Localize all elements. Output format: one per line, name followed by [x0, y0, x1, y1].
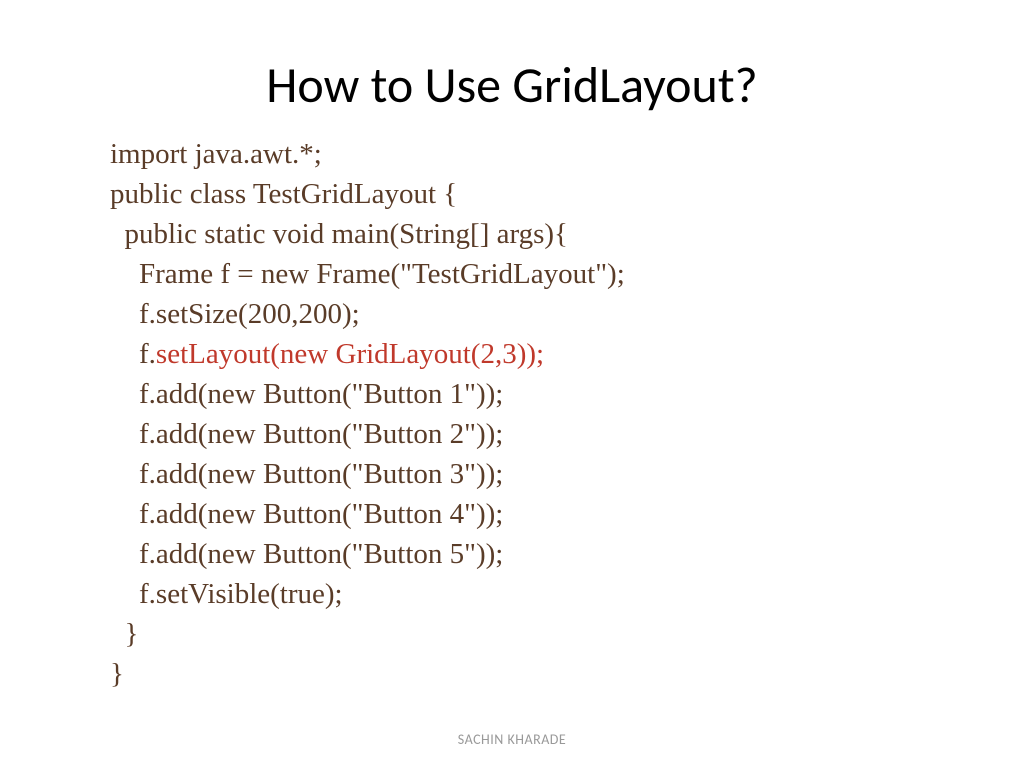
code-line-4: Frame f = new Frame("TestGridLayout");: [110, 254, 1024, 294]
code-line-5: f.setSize(200,200);: [110, 294, 1024, 334]
slide-title: How to Use GridLayout?: [0, 55, 1024, 116]
code-line-3: public static void main(String[] args){: [110, 214, 1024, 254]
code-line-6: f.setLayout(new GridLayout(2,3));: [110, 334, 1024, 374]
code-block: import java.awt.*; public class TestGrid…: [0, 134, 1024, 694]
code-line-1: import java.awt.*;: [110, 134, 1024, 174]
slide-footer: SACHIN KHARADE: [0, 731, 1024, 748]
code-line-6-highlight: setLayout(new GridLayout(2,3));: [156, 338, 544, 370]
code-line-11: f.add(new Button("Button 5"));: [110, 534, 1024, 574]
code-line-10: f.add(new Button("Button 4"));: [110, 494, 1024, 534]
code-line-9: f.add(new Button("Button 3"));: [110, 454, 1024, 494]
code-line-14: }: [110, 614, 1024, 654]
code-line-13: f.setVisible(true);: [110, 574, 1024, 614]
code-line-2: public class TestGridLayout {: [110, 174, 1024, 214]
code-line-7: f.add(new Button("Button 1"));: [110, 374, 1024, 414]
code-line-15: }: [110, 654, 1024, 694]
code-line-8: f.add(new Button("Button 2"));: [110, 414, 1024, 454]
slide-container: How to Use GridLayout? import java.awt.*…: [0, 0, 1024, 768]
code-line-6-prefix: f.: [110, 338, 156, 370]
